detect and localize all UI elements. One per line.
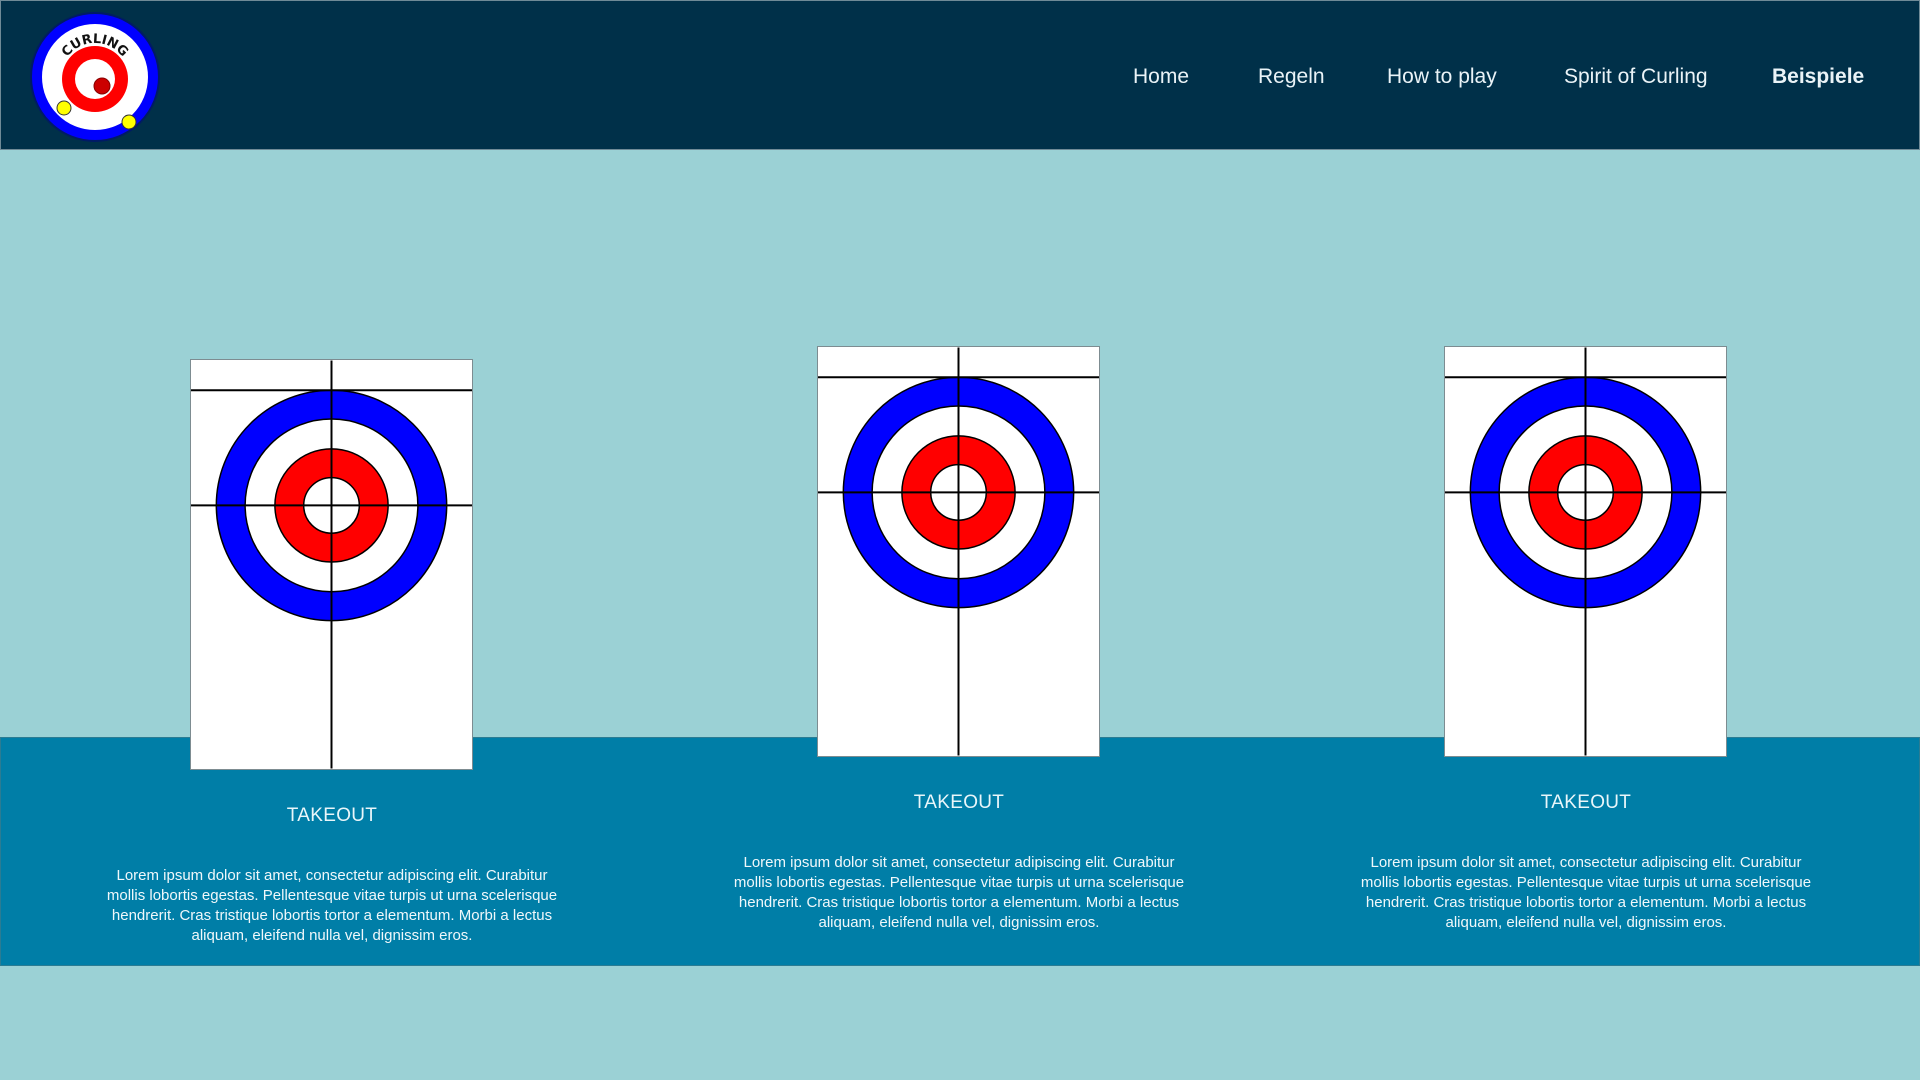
card-description: Lorem ipsum dolor sit amet, consectetur …: [733, 854, 1185, 931]
curling-house-icon: [1445, 347, 1726, 756]
card-description: Lorem ipsum dolor sit amet, consectetur …: [1360, 854, 1812, 931]
card-description: Lorem ipsum dolor sit amet, consectetur …: [106, 867, 558, 944]
card-title: TAKEOUT: [913, 792, 1005, 813]
curling-house-diagram: [817, 346, 1100, 757]
curling-house-icon: [818, 347, 1099, 756]
nav-home[interactable]: Home: [1133, 59, 1189, 95]
curling-house-diagram: [1444, 346, 1727, 757]
nav-regeln[interactable]: Regeln: [1258, 59, 1325, 95]
main-nav: Home Regeln How to play Spirit of Curlin…: [1, 1, 1920, 151]
site-header: CURLING Home Regeln How to play Spirit o…: [0, 0, 1920, 150]
nav-how-to-play[interactable]: How to play: [1387, 59, 1497, 95]
curling-house-diagram: [190, 359, 473, 770]
nav-beispiele[interactable]: Beispiele: [1772, 59, 1864, 95]
curling-house-icon: [191, 360, 472, 769]
nav-spirit-of-curling[interactable]: Spirit of Curling: [1564, 59, 1708, 95]
card-title: TAKEOUT: [1540, 792, 1632, 813]
card-title: TAKEOUT: [286, 805, 378, 826]
page: CURLING Home Regeln How to play Spirit o…: [0, 0, 1920, 1080]
